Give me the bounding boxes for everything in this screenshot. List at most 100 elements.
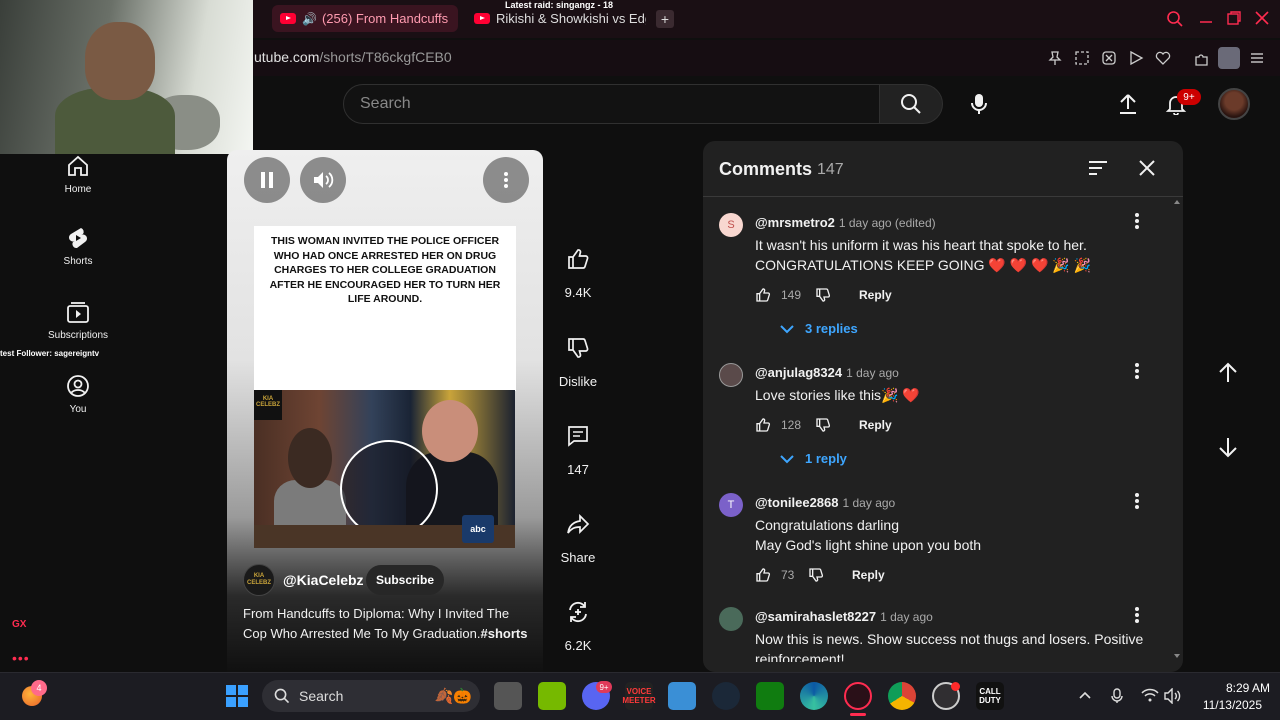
comment-dislike-button[interactable] [815,417,831,433]
comment-icon [568,426,588,447]
menu-icon[interactable] [1249,50,1265,66]
minimize-icon[interactable] [1198,10,1214,26]
comment-like-button[interactable]: 128 [755,417,801,433]
thumbs-down-icon [568,338,589,358]
view-replies-button[interactable]: 3 replies [779,321,858,336]
taskbar-search[interactable]: Search 🍂🎃 [262,680,480,712]
video-more-button[interactable] [483,157,529,203]
send-icon[interactable] [1128,50,1144,66]
call-of-duty-icon[interactable]: CALL DUTY [976,682,1004,710]
video-title[interactable]: From Handcuffs to Diploma: Why I Invited… [243,604,533,644]
comment-dislike-button[interactable] [815,287,831,303]
url-field[interactable]: utube.com/shorts/T86ckgfCEB0 [254,49,452,65]
next-short-button[interactable] [1210,429,1246,465]
sidebar-item-you[interactable]: You [40,374,116,415]
channel-avatar[interactable]: KIA CELEBZ [243,564,275,596]
extensions-icon[interactable] [1193,50,1211,68]
tab-rikishi[interactable]: Rikishi & Showkishi vs Edg [466,5,654,32]
comment-handle[interactable]: @anjulag8324 [755,365,842,380]
opera-gx-icon[interactable] [844,682,872,710]
comment-reply-button[interactable]: Reply [859,418,892,432]
voicemeeter-icon[interactable]: VOICE MEETER [622,682,656,710]
video-headline-text: THIS WOMAN INVITED THE POLICE OFFICER WH… [269,235,501,305]
wifi-icon[interactable] [1141,688,1159,702]
clock-date[interactable]: 11/13/2025 [1190,698,1262,712]
tab-from-handcuffs[interactable]: 🔊 (256) From Handcuffs [272,5,458,32]
speaker-tray-icon[interactable] [1164,688,1182,704]
search-button[interactable] [879,84,943,124]
steam-icon[interactable] [712,682,740,710]
adblock-icon[interactable] [1101,50,1117,66]
comment-dislike-button[interactable] [808,567,824,583]
photos-icon[interactable] [668,682,696,710]
remix-button[interactable]: 6.2K [553,600,603,653]
new-tab-button[interactable]: + [656,10,674,28]
comments-scrollbar[interactable] [1174,198,1180,660]
volume-button[interactable] [300,157,346,203]
task-view-icon[interactable] [494,682,522,710]
subscriptions-icon [67,302,89,323]
dislike-label: Dislike [558,374,598,389]
gx-corner-label[interactable]: GX [12,619,26,630]
view-replies-button[interactable]: 1 reply [779,451,847,466]
comment-like-button[interactable]: 73 [755,567,794,583]
comment-author[interactable]: @samirahaslet8227 1 day ago [755,609,933,624]
comment-menu-button[interactable] [1127,491,1147,511]
create-button[interactable] [1110,86,1146,122]
chrome-icon[interactable] [888,682,916,710]
nvidia-icon[interactable] [538,682,566,710]
edge-icon[interactable] [800,682,828,710]
windows-start-button[interactable] [225,684,249,708]
show-hidden-icons-chevron[interactable] [1078,690,1092,700]
comment-handle[interactable]: @samirahaslet8227 [755,609,876,624]
sidebar-item-shorts[interactable]: Shorts [40,226,116,267]
share-button[interactable]: Share [553,512,603,565]
comment-author[interactable]: @mrsmetro2 1 day ago (edited) [755,215,936,230]
comment-menu-button[interactable] [1127,211,1147,231]
account-avatar[interactable] [1218,88,1250,120]
search-input[interactable]: Search [343,84,880,124]
sidebar-item-subscriptions[interactable]: Subscriptions [40,300,116,341]
comment-like-button[interactable]: 149 [755,287,801,303]
close-comments-button[interactable] [1137,158,1157,178]
comment-menu-button[interactable] [1127,605,1147,625]
more-dots-icon[interactable]: ••• [12,650,30,666]
comment-author[interactable]: @tonilee2868 1 day ago [755,495,895,510]
subscribe-button[interactable]: Subscribe [366,565,444,595]
channel-name[interactable]: @KiaCelebz [283,572,364,588]
xbox-icon[interactable] [756,682,784,710]
comment-avatar[interactable]: S [719,213,743,237]
comment-avatar[interactable] [719,607,743,631]
comments-button[interactable]: 147 [553,424,603,477]
pause-button[interactable] [244,157,290,203]
comment-author[interactable]: @anjulag8324 1 day ago [755,365,899,380]
snapshot-icon[interactable] [1074,50,1090,66]
comment-menu-button[interactable] [1127,361,1147,381]
windows-logo-icon [226,685,248,707]
comment-reply-button[interactable]: Reply [852,568,885,582]
heart-icon[interactable] [1155,50,1171,66]
comment-avatar[interactable]: T [719,493,743,517]
comment-line: Now this is news. Show success not thugs… [755,631,1144,647]
widget-badge: 4 [31,680,47,696]
maximize-icon[interactable] [1226,10,1242,26]
profile-avatar-browser[interactable] [1218,47,1240,69]
comment-handle[interactable]: @mrsmetro2 [755,215,835,230]
mic-tray-icon[interactable] [1111,688,1123,704]
comment-avatar[interactable] [719,363,743,387]
dislike-button[interactable]: Dislike [553,336,603,389]
pin-icon[interactable] [1047,50,1063,66]
share-label: Share [560,550,596,565]
video-title-hashtag[interactable]: #shorts [480,626,527,641]
previous-short-button[interactable] [1210,355,1246,391]
search-tabs-icon[interactable] [1166,10,1184,28]
sidebar-item-home[interactable]: Home [40,154,116,195]
sort-comments-button[interactable] [1087,158,1109,178]
comment-reply-button[interactable]: Reply [859,288,892,302]
clock-time[interactable]: 8:29 AM [1200,681,1270,695]
voice-search-button[interactable] [959,84,999,124]
close-window-icon[interactable] [1254,10,1270,26]
comment-handle[interactable]: @tonilee2868 [755,495,839,510]
like-button[interactable]: 9.4K [553,247,603,300]
comment-line: reinforcement! [755,651,845,662]
